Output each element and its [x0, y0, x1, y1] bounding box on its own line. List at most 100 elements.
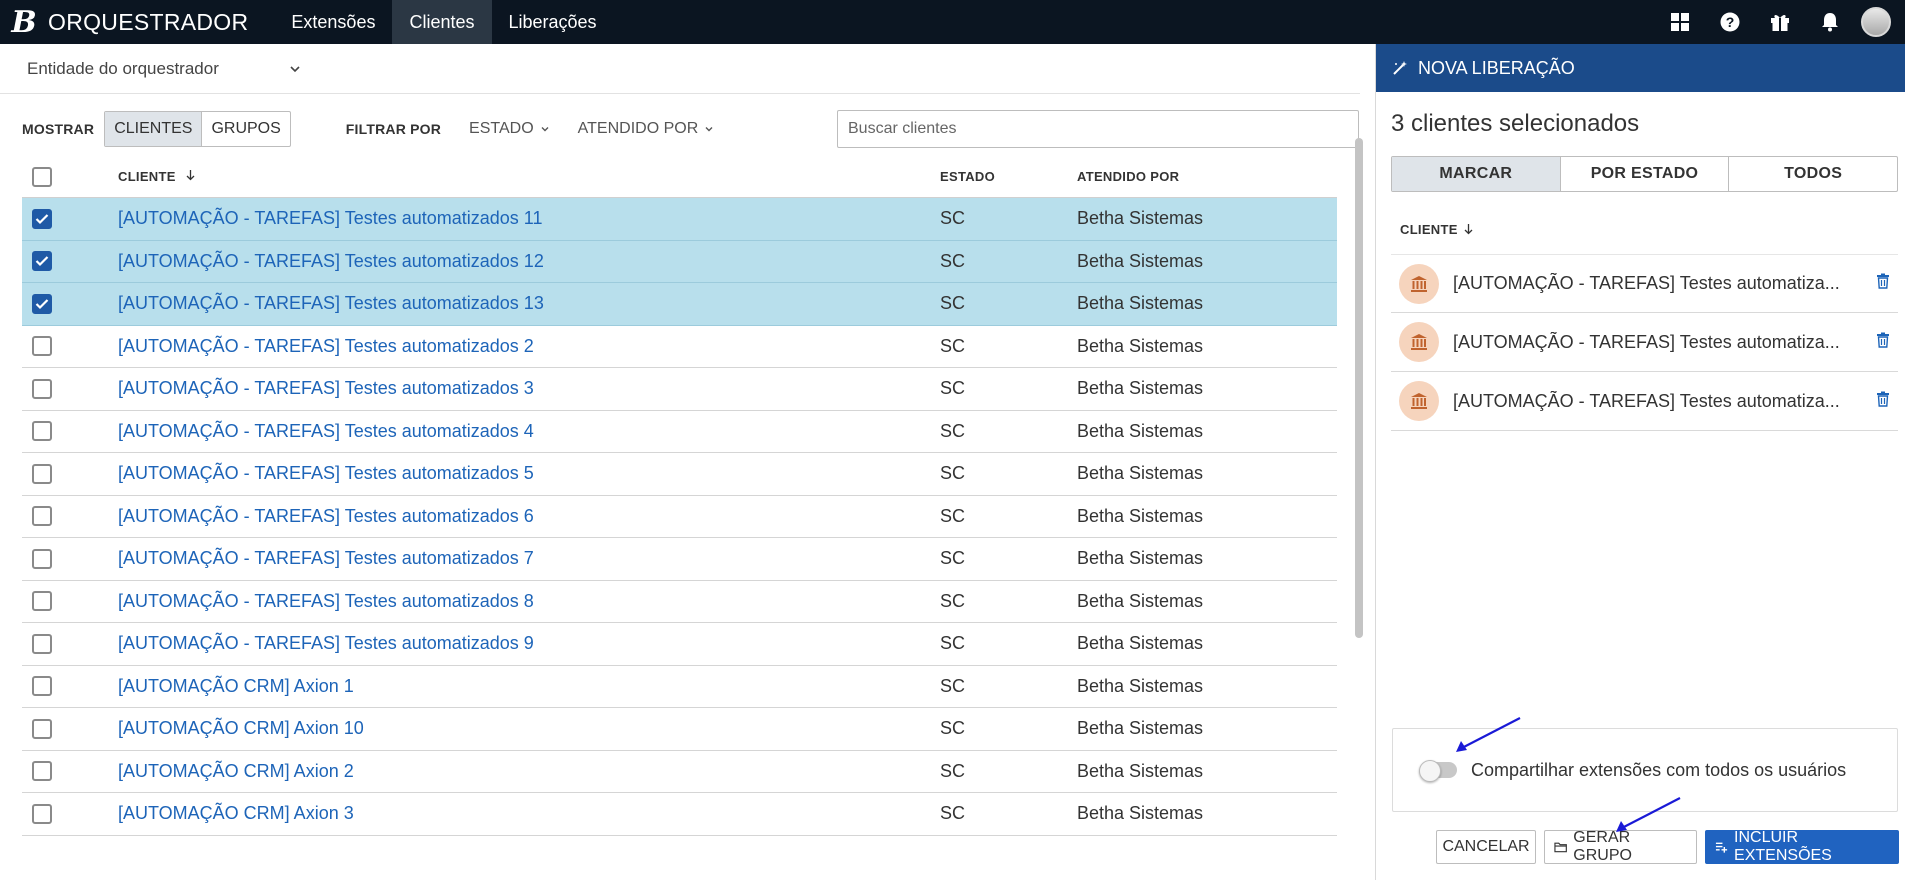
row-checkbox[interactable] — [32, 378, 52, 399]
client-name-link[interactable]: [AUTOMAÇÃO - TAREFAS] Testes automatizad… — [118, 208, 940, 229]
table-row[interactable]: [AUTOMAÇÃO - TAREFAS] Testes automatizad… — [22, 453, 1337, 496]
client-attended-by: Betha Sistemas — [1077, 463, 1204, 484]
column-client-label: CLIENTE — [118, 169, 176, 184]
checkmark-icon — [35, 256, 49, 267]
trash-icon[interactable] — [1876, 273, 1890, 294]
table-row[interactable]: [AUTOMAÇÃO - TAREFAS] Testes automatizad… — [22, 538, 1337, 581]
table-scrollbar[interactable] — [1355, 138, 1363, 638]
client-attended-by: Betha Sistemas — [1077, 718, 1204, 739]
nav-liberacoes[interactable]: Liberações — [492, 0, 614, 44]
bell-icon[interactable] — [1805, 0, 1855, 44]
table-row[interactable]: [AUTOMAÇÃO - TAREFAS] Testes automatizad… — [22, 240, 1337, 283]
list-item: [AUTOMAÇÃO - TAREFAS] Testes automatiza.… — [1391, 313, 1898, 372]
client-attended-by: Betha Sistemas — [1077, 760, 1204, 781]
row-checkbox[interactable] — [32, 803, 52, 824]
nav-clientes[interactable]: Clientes — [392, 0, 492, 44]
row-checkbox[interactable] — [32, 336, 52, 357]
row-checkbox[interactable] — [32, 761, 52, 782]
betha-logo[interactable]: B — [0, 0, 48, 44]
search-clients-input[interactable] — [837, 110, 1359, 148]
panel-column-header-client[interactable]: CLIENTE — [1400, 222, 1473, 237]
row-checkbox[interactable] — [32, 421, 52, 442]
table-header: CLIENTE ESTADO ATENDIDO POR — [22, 156, 1337, 198]
client-attended-by: Betha Sistemas — [1077, 675, 1204, 696]
topbar-actions: ? — [1655, 0, 1905, 44]
table-row[interactable]: [AUTOMAÇÃO - TAREFAS] Testes automatizad… — [22, 368, 1337, 411]
tab-marcar[interactable]: MARCAR — [1392, 157, 1560, 191]
client-state: SC — [940, 590, 966, 611]
client-name-link[interactable]: [AUTOMAÇÃO - TAREFAS] Testes automatizad… — [118, 463, 940, 484]
table-row[interactable]: [AUTOMAÇÃO - TAREFAS] Testes automatizad… — [22, 326, 1337, 368]
trash-icon[interactable] — [1876, 391, 1890, 412]
client-name-link[interactable]: [AUTOMAÇÃO - TAREFAS] Testes automatizad… — [118, 633, 940, 654]
table-row[interactable]: [AUTOMAÇÃO CRM] Axion 2 SC Betha Sistemas — [22, 751, 1337, 793]
client-state: SC — [940, 378, 966, 399]
row-checkbox[interactable] — [32, 676, 52, 697]
row-checkbox[interactable] — [32, 633, 52, 654]
client-name-link[interactable]: [AUTOMAÇÃO - TAREFAS] Testes automatizad… — [118, 336, 940, 357]
gift-icon[interactable] — [1755, 0, 1805, 44]
trash-icon[interactable] — [1876, 332, 1890, 353]
row-checkbox[interactable] — [32, 506, 52, 527]
tab-todos[interactable]: TODOS — [1728, 157, 1897, 191]
client-state: SC — [940, 505, 966, 526]
row-checkbox[interactable] — [32, 251, 52, 272]
cancel-button[interactable]: CANCELAR — [1436, 830, 1536, 864]
sort-down-icon — [1464, 224, 1473, 235]
share-extensions-toggle[interactable] — [1419, 760, 1457, 782]
client-name-link[interactable]: [AUTOMAÇÃO - TAREFAS] Testes automatizad… — [118, 591, 940, 612]
selected-client-label: [AUTOMAÇÃO - TAREFAS] Testes automatiza.… — [1453, 390, 1840, 411]
client-name-link[interactable]: [AUTOMAÇÃO CRM] Axion 3 — [118, 803, 940, 824]
table-row[interactable]: [AUTOMAÇÃO - TAREFAS] Testes automatizad… — [22, 496, 1337, 538]
user-menu[interactable] — [1855, 0, 1905, 44]
bank-icon — [1399, 263, 1439, 304]
client-name-link[interactable]: [AUTOMAÇÃO - TAREFAS] Testes automatizad… — [118, 421, 940, 442]
column-header-state[interactable]: ESTADO — [940, 169, 1077, 184]
row-checkbox[interactable] — [32, 463, 52, 484]
show-grupos-option[interactable]: GRUPOS — [201, 112, 289, 146]
filter-attended-dropdown[interactable]: ATENDIDO POR — [578, 120, 715, 138]
client-name-link[interactable]: [AUTOMAÇÃO - TAREFAS] Testes automatizad… — [118, 506, 940, 527]
table-row[interactable]: [AUTOMAÇÃO - TAREFAS] Testes automatizad… — [22, 623, 1337, 666]
show-toggle: CLIENTES GRUPOS — [104, 111, 291, 147]
client-name-link[interactable]: [AUTOMAÇÃO - TAREFAS] Testes automatizad… — [118, 378, 940, 399]
row-checkbox[interactable] — [32, 591, 52, 612]
row-checkbox[interactable] — [32, 718, 52, 739]
row-checkbox[interactable] — [32, 293, 52, 314]
table-row[interactable]: [AUTOMAÇÃO CRM] Axion 10 SC Betha Sistemas — [22, 708, 1337, 751]
client-name-link[interactable]: [AUTOMAÇÃO CRM] Axion 10 — [118, 718, 940, 739]
bank-icon — [1399, 381, 1439, 421]
column-header-client[interactable]: CLIENTE — [118, 169, 940, 184]
client-name-link[interactable]: [AUTOMAÇÃO - TAREFAS] Testes automatizad… — [118, 548, 940, 569]
column-header-attended[interactable]: ATENDIDO POR — [1077, 169, 1337, 184]
table-row[interactable]: [AUTOMAÇÃO CRM] Axion 1 SC Betha Sistemas — [22, 666, 1337, 708]
help-icon[interactable]: ? — [1705, 0, 1755, 44]
table-row[interactable]: [AUTOMAÇÃO - TAREFAS] Testes automatizad… — [22, 581, 1337, 623]
tab-por-estado[interactable]: POR ESTADO — [1559, 157, 1729, 191]
selected-count: 3 clientes selecionados — [1391, 110, 1640, 137]
client-name-link[interactable]: [AUTOMAÇÃO CRM] Axion 2 — [118, 761, 940, 782]
client-state: SC — [940, 718, 966, 739]
show-clientes-option[interactable]: CLIENTES — [105, 112, 202, 146]
client-attended-by: Betha Sistemas — [1077, 208, 1204, 229]
table-row[interactable]: [AUTOMAÇÃO - TAREFAS] Testes automatizad… — [22, 283, 1337, 326]
client-attended-by: Betha Sistemas — [1077, 378, 1204, 399]
row-checkbox[interactable] — [32, 208, 52, 229]
share-extensions-label: Compartilhar extensões com todos os usuá… — [1471, 759, 1847, 780]
filter-state-dropdown[interactable]: ESTADO — [469, 120, 550, 138]
row-checkbox[interactable] — [32, 548, 52, 569]
select-all-checkbox[interactable] — [32, 166, 52, 187]
client-attended-by: Betha Sistemas — [1077, 505, 1204, 526]
table-row[interactable]: [AUTOMAÇÃO CRM] Axion 3 SC Betha Sistemas — [22, 793, 1337, 836]
client-name-link[interactable]: [AUTOMAÇÃO - TAREFAS] Testes automatizad… — [118, 251, 940, 272]
nav-extensoes[interactable]: Extensões — [274, 0, 392, 44]
apps-grid-icon[interactable] — [1655, 0, 1705, 44]
client-name-link[interactable]: [AUTOMAÇÃO - TAREFAS] Testes automatizad… — [118, 293, 940, 314]
entity-select[interactable]: Entidade do orquestrador — [0, 44, 1360, 94]
include-extensions-button[interactable]: INCLUIR EXTENSÕES — [1705, 829, 1899, 864]
client-state: SC — [940, 675, 966, 696]
client-name-link[interactable]: [AUTOMAÇÃO CRM] Axion 1 — [118, 676, 940, 697]
table-row[interactable]: [AUTOMAÇÃO - TAREFAS] Testes automatizad… — [22, 411, 1337, 453]
entity-select-value: Entidade do orquestrador — [27, 58, 219, 78]
table-row[interactable]: [AUTOMAÇÃO - TAREFAS] Testes automatizad… — [22, 198, 1337, 241]
